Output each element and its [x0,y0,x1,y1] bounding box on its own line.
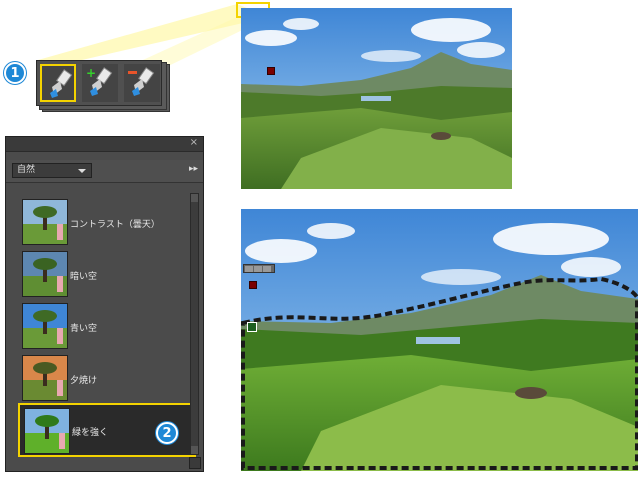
preset-label: 暗い空 [70,272,98,282]
preset-thumbnail [22,355,68,401]
brush-toolbar: + [36,60,170,112]
selection-marker[interactable] [267,67,275,75]
scroll-up-icon[interactable] [191,194,198,202]
photo-after [241,209,638,471]
resize-handle[interactable] [189,457,201,469]
preset-label: 青い空 [70,324,98,334]
selection-marker[interactable] [249,281,257,289]
adjustment-brush-icon[interactable] [40,64,76,102]
selection-pin[interactable] [247,322,257,332]
subtract-from-selection-icon[interactable] [124,64,160,102]
preset-label: 夕焼け [70,376,98,386]
preset-thumbnail [22,251,68,297]
panel-menu-icon[interactable]: ▸▸ [189,164,198,174]
close-icon[interactable]: × [190,137,198,148]
step-badge-2: 2 [156,422,178,444]
preset-thumbnail [22,303,68,349]
preset-thumbnail [24,408,70,454]
step-badge-1: 1 [4,62,26,84]
panel-titlebar: × [6,137,203,152]
photo-before [241,8,512,189]
preset-category-value: 自然 [17,165,36,175]
add-to-selection-icon[interactable]: + [82,64,118,102]
preset-item[interactable]: 夕焼け [22,355,190,405]
preset-item[interactable]: コントラスト（曇天） [22,199,190,249]
scroll-down-icon[interactable] [191,446,198,454]
preset-scrollbar[interactable] [190,193,199,455]
preset-thumbnail [22,199,68,245]
panel-header: 自然 ▸▸ [6,160,203,183]
svg-text:+: + [86,67,96,80]
preset-label: コントラスト（曇天） [70,220,160,230]
mini-brush-toolbar[interactable] [243,264,275,273]
preset-label: 緑を強く [72,428,109,438]
preset-item[interactable]: 青い空 [22,303,190,353]
preset-item[interactable]: 暗い空 [22,251,190,301]
presets-panel: × 自然 ▸▸ コントラスト（曇天） 暗い空 青い空 夕焼け 緑を強く [5,136,204,472]
preset-list: コントラスト（曇天） 暗い空 青い空 夕焼け 緑を強く [14,193,196,459]
chevron-down-icon [78,169,86,173]
preset-category-select[interactable]: 自然 [12,163,92,178]
